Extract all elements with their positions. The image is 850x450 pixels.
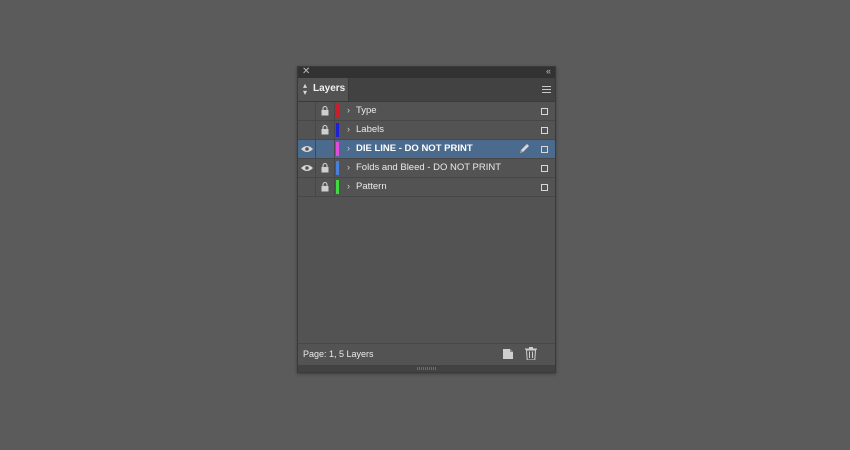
layer-name[interactable]: Folds and Bleed - DO NOT PRINT <box>356 162 501 173</box>
lock-toggle[interactable] <box>316 178 335 196</box>
lock-icon <box>321 163 329 173</box>
lock-toggle[interactable] <box>316 102 335 120</box>
pencil-icon <box>520 144 529 153</box>
lock-icon <box>321 106 329 116</box>
visibility-toggle[interactable] <box>298 159 316 177</box>
layer-name[interactable]: Pattern <box>356 181 387 192</box>
layer-color-swatch <box>336 104 339 118</box>
layer-name[interactable]: Type <box>356 105 377 116</box>
lock-icon <box>321 125 329 135</box>
expand-chevron-icon[interactable]: › <box>347 143 350 153</box>
lock-toggle[interactable] <box>316 159 335 177</box>
visibility-toggle[interactable] <box>298 178 316 196</box>
expand-chevron-icon[interactable]: › <box>347 124 350 134</box>
expand-chevron-icon[interactable]: › <box>347 105 350 115</box>
lock-icon <box>321 182 329 192</box>
selection-box[interactable] <box>541 165 548 172</box>
layer-list: › Type › Labels › DIE LINE - DO NOT PRINT › Fol… <box>298 102 555 197</box>
visibility-toggle[interactable] <box>298 121 316 139</box>
close-icon[interactable]: ✕ <box>302 66 310 77</box>
layer-row[interactable]: › Labels <box>298 121 555 140</box>
tab-arrows-icon: ▴ ▾ <box>303 81 308 97</box>
layer-row[interactable]: › Pattern <box>298 178 555 197</box>
layer-row[interactable]: › Folds and Bleed - DO NOT PRINT <box>298 159 555 178</box>
eye-icon <box>301 146 313 152</box>
layer-color-swatch <box>336 142 339 156</box>
eye-icon <box>301 165 313 171</box>
new-layer-icon[interactable] <box>503 348 513 359</box>
layers-panel: ✕ ‹‹ ▴ ▾ Layers › Type › Labels › DIE LINE - D… <box>297 66 556 373</box>
layer-color-swatch <box>336 180 339 194</box>
panel-titlebar: ✕ ‹‹ <box>298 66 555 78</box>
layer-name[interactable]: Labels <box>356 124 384 135</box>
panel-footer: Page: 1, 5 Layers <box>298 343 555 365</box>
selection-box[interactable] <box>541 108 548 115</box>
lock-toggle[interactable] <box>316 121 335 139</box>
selection-box[interactable] <box>541 127 548 134</box>
selection-box[interactable] <box>541 184 548 191</box>
layer-row[interactable]: › DIE LINE - DO NOT PRINT <box>298 140 555 159</box>
expand-chevron-icon[interactable]: › <box>347 181 350 191</box>
visibility-toggle[interactable] <box>298 102 316 120</box>
layer-name[interactable]: DIE LINE - DO NOT PRINT <box>356 143 473 154</box>
footer-status: Page: 1, 5 Layers <box>303 349 374 359</box>
grip-dots <box>417 367 437 370</box>
panel-tabbar: ▴ ▾ Layers <box>298 78 555 102</box>
tab-layers[interactable]: ▴ ▾ Layers <box>298 78 349 101</box>
collapse-icon[interactable]: ‹‹ <box>546 66 551 77</box>
selection-box[interactable] <box>541 146 548 153</box>
visibility-toggle[interactable] <box>298 140 316 158</box>
resize-grip[interactable] <box>298 365 555 372</box>
layer-color-swatch <box>336 161 339 175</box>
layer-row[interactable]: › Type <box>298 102 555 121</box>
lock-toggle[interactable] <box>316 140 335 158</box>
trash-icon[interactable] <box>525 347 537 360</box>
expand-chevron-icon[interactable]: › <box>347 162 350 172</box>
panel-menu-icon[interactable] <box>542 86 551 93</box>
tab-label: Layers <box>313 83 346 94</box>
layer-color-swatch <box>336 123 339 137</box>
